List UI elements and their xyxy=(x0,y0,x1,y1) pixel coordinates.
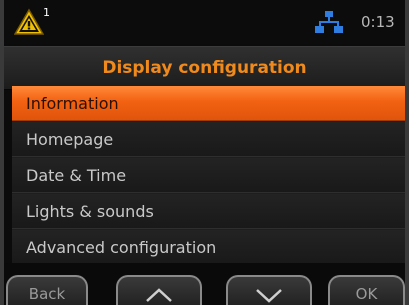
ok-button[interactable]: OK xyxy=(328,275,405,305)
menu-item-information[interactable]: Information xyxy=(12,86,405,121)
down-button[interactable] xyxy=(226,275,312,305)
menu-item-label: Advanced configuration xyxy=(26,237,217,257)
up-button[interactable] xyxy=(116,275,202,305)
chevron-down-icon xyxy=(256,289,282,303)
warning-count: 1 xyxy=(43,6,50,19)
page-title: Display configuration xyxy=(102,58,307,78)
ok-label: OK xyxy=(355,285,378,303)
back-button[interactable]: Back xyxy=(6,275,88,305)
network-icon xyxy=(315,11,343,33)
chevron-up-icon xyxy=(146,288,172,302)
device-screen: 1 0:13 Display configuration Information… xyxy=(0,0,409,305)
softkey-bar: Back OK xyxy=(4,263,405,305)
menu-item-label: Date & Time xyxy=(26,165,127,185)
menu-item-advanced-configuration[interactable]: Advanced configuration xyxy=(12,230,405,265)
clock: 0:13 xyxy=(361,13,395,31)
menu-item-label: Homepage xyxy=(26,129,114,149)
status-bar: 1 0:13 xyxy=(4,0,405,44)
title-bar: Display configuration xyxy=(4,46,405,90)
menu-item-date-time[interactable]: Date & Time xyxy=(12,158,405,193)
warning-icon[interactable] xyxy=(14,8,44,36)
menu-item-label: Information xyxy=(26,93,119,113)
menu-list: Information Homepage Date & Time Lights … xyxy=(12,86,405,265)
menu-item-homepage[interactable]: Homepage xyxy=(12,122,405,157)
back-label: Back xyxy=(28,285,66,303)
menu-item-lights-sounds[interactable]: Lights & sounds xyxy=(12,194,405,229)
menu-item-label: Lights & sounds xyxy=(26,201,154,221)
